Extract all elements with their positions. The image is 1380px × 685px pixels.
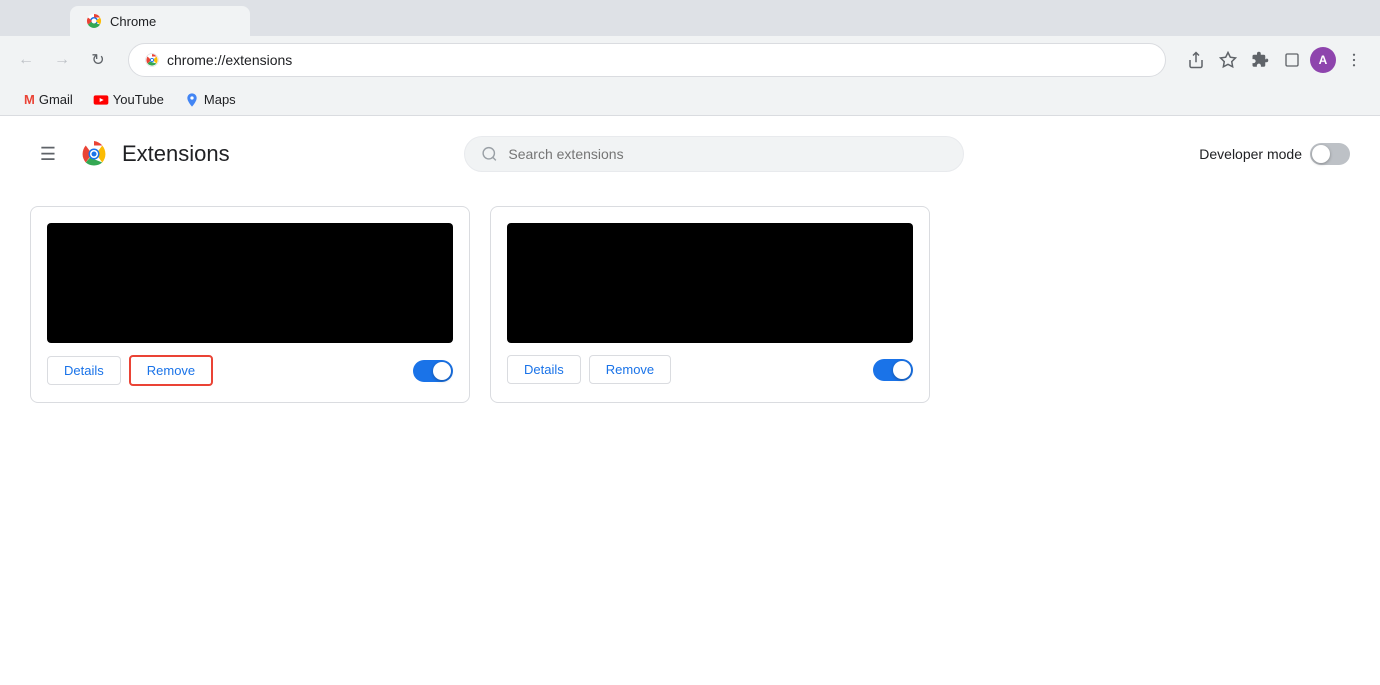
search-input[interactable] xyxy=(508,146,947,162)
extension-toggle-1[interactable] xyxy=(413,360,453,382)
menu-dots-icon xyxy=(1345,51,1363,69)
avatar[interactable]: A xyxy=(1310,47,1336,73)
extension-actions-2: Details Remove xyxy=(507,355,913,384)
bookmark-gmail[interactable]: M Gmail xyxy=(16,88,81,111)
share-icon xyxy=(1187,51,1205,69)
search-icon xyxy=(481,145,498,163)
extension-toggle-2[interactable] xyxy=(873,359,913,381)
hamburger-button[interactable]: ☰ xyxy=(30,136,66,172)
search-bar[interactable] xyxy=(464,136,964,172)
extension-image-1 xyxy=(47,223,453,343)
window-button[interactable] xyxy=(1278,46,1306,74)
tab-favicon xyxy=(86,13,102,29)
chrome-icon-small xyxy=(145,53,159,67)
address-text: chrome://extensions xyxy=(167,52,292,68)
page-content: ☰ Extensions xyxy=(0,116,1380,685)
developer-mode-toggle[interactable] xyxy=(1310,143,1350,165)
star-icon xyxy=(1219,51,1237,69)
browser-chrome: Chrome ← → ↻ chrome://extensions xyxy=(0,0,1380,116)
bookmark-maps-label: Maps xyxy=(204,92,236,107)
developer-mode-label: Developer mode xyxy=(1199,146,1302,162)
puzzle-icon xyxy=(1251,51,1269,69)
back-button[interactable]: ← xyxy=(12,46,40,74)
extension-card-1: Details Remove xyxy=(30,206,470,403)
page-title: Extensions xyxy=(122,141,230,167)
maps-icon xyxy=(184,92,200,108)
remove-button-1[interactable]: Remove xyxy=(129,355,213,386)
hamburger-icon: ☰ xyxy=(40,144,56,165)
refresh-button[interactable]: ↻ xyxy=(84,46,112,74)
tab-bar: Chrome xyxy=(0,0,1380,36)
header-left: ☰ Extensions xyxy=(30,136,230,172)
address-bar-row: ← → ↻ chrome://extensions xyxy=(0,36,1380,84)
bookmark-button[interactable] xyxy=(1214,46,1242,74)
bookmark-maps[interactable]: Maps xyxy=(176,88,244,112)
extensions-grid: Details Remove Details Remove xyxy=(30,196,1350,403)
chrome-logo xyxy=(78,138,110,170)
youtube-icon xyxy=(93,92,109,108)
menu-button[interactable] xyxy=(1340,46,1368,74)
forward-icon: → xyxy=(54,51,70,69)
share-button[interactable] xyxy=(1182,46,1210,74)
extensions-button[interactable] xyxy=(1246,46,1274,74)
forward-button[interactable]: → xyxy=(48,46,76,74)
back-icon: ← xyxy=(18,51,34,69)
header-right: Developer mode xyxy=(1199,143,1350,165)
toolbar-icons: A xyxy=(1182,46,1368,74)
address-bar[interactable]: chrome://extensions xyxy=(128,43,1166,77)
extension-actions-1: Details Remove xyxy=(47,355,453,386)
tab-title: Chrome xyxy=(110,14,156,29)
bookmark-youtube[interactable]: YouTube xyxy=(85,88,172,112)
refresh-icon: ↻ xyxy=(91,50,104,70)
bookmarks-bar: M Gmail YouTube Maps xyxy=(0,84,1380,116)
details-button-1[interactable]: Details xyxy=(47,356,121,385)
gmail-icon: M xyxy=(24,92,35,107)
extension-card-2: Details Remove xyxy=(490,206,930,403)
extension-image-2 xyxy=(507,223,913,343)
bookmark-youtube-label: YouTube xyxy=(113,92,164,107)
details-button-2[interactable]: Details xyxy=(507,355,581,384)
window-icon xyxy=(1284,52,1300,68)
active-tab[interactable]: Chrome xyxy=(70,6,250,36)
header-center xyxy=(230,136,1200,172)
extensions-header: ☰ Extensions xyxy=(30,136,1350,172)
bookmark-gmail-label: Gmail xyxy=(39,92,73,107)
remove-button-2[interactable]: Remove xyxy=(589,355,671,384)
